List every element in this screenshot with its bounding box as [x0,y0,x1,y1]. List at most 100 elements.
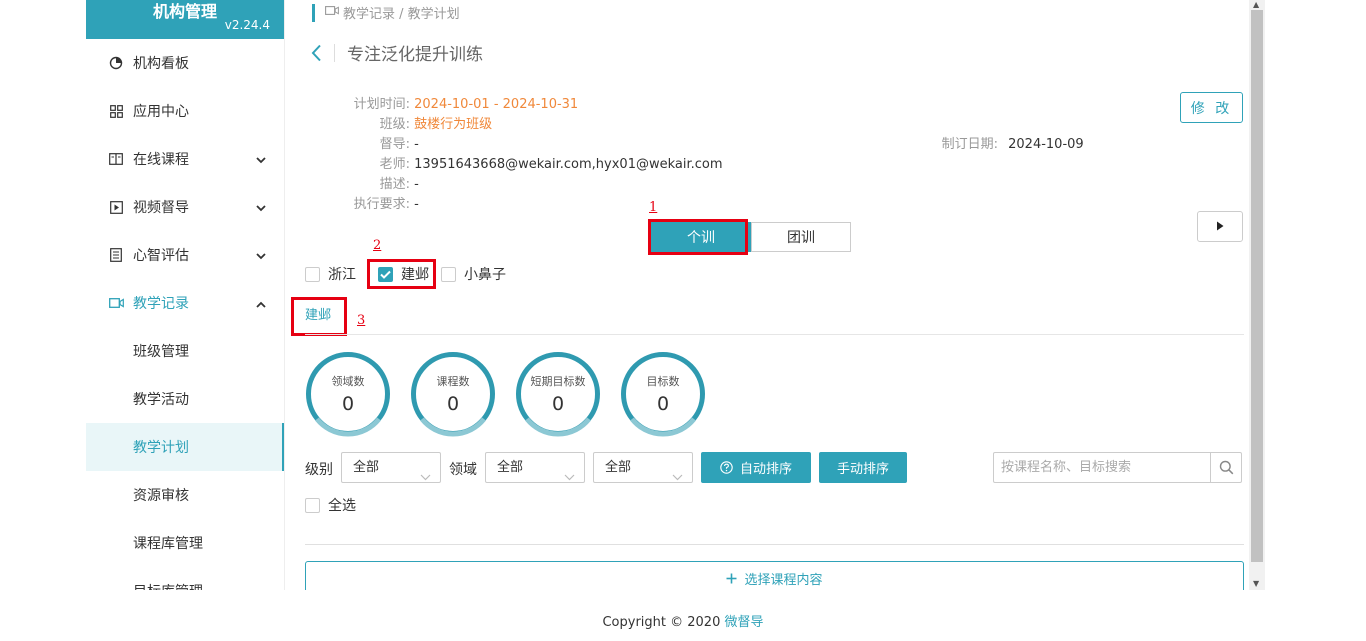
sidebar-item-teaching-record[interactable]: 教学记录 [86,279,284,327]
checkbox-box[interactable] [305,497,320,513]
plan-time-value: 2024-10-01 - 2024-10-31 [414,97,579,112]
header-separator [334,43,335,62]
sidebar-item-video-supervision[interactable]: 视频督导 [86,183,284,231]
back-arrow-icon[interactable] [308,43,324,63]
stat-label: 课程数 [436,375,470,388]
brand-header: 机构管理 v2.24.4 [86,0,284,39]
level-select[interactable]: 全部 [341,452,441,483]
sidebar-item-dashboard[interactable]: 机构看板 [86,39,284,87]
sidebar-item-online-course[interactable]: 在线课程 [86,135,284,183]
grid-icon [108,103,124,119]
sidebar-subitem-resource-review[interactable]: 资源审核 [86,471,284,519]
stat-value: 0 [446,393,460,415]
search-input[interactable] [994,453,1212,482]
vertical-scrollbar[interactable]: ▲ ▼ [1249,0,1265,590]
plan-requirement-value: - [414,197,419,212]
section-divider [305,544,1244,545]
video-camera-icon [325,5,339,20]
highlight-box-1 [648,219,748,255]
play-icon [1216,219,1224,235]
help-circle-icon [720,461,733,474]
chevron-down-icon [564,463,575,492]
edit-button[interactable]: 修 改 [1180,92,1243,123]
checkbox-box[interactable] [305,266,320,282]
select-value: 全部 [605,460,632,475]
main-content: 教学记录 / 教学计划 专注泛化提升训练 计划时间: 2024-10-01 - … [286,0,1248,590]
sidebar-subitem-target-library[interactable]: 目标库管理 [86,567,284,590]
scrollbar-thumb[interactable] [1251,10,1263,562]
chevron-up-icon [256,296,266,312]
sidebar-item-label: 在线课程 [133,152,189,168]
sidebar-subitem-teaching-activity[interactable]: 教学活动 [86,375,284,423]
plan-date-row: 制订日期: 2024-10-09 [926,133,1084,152]
auto-sort-label: 自动排序 [739,462,792,477]
plan-date-label: 制订日期: [941,137,998,152]
plan-time-row: 计划时间: 2024-10-01 - 2024-10-31 [286,93,579,112]
plan-supervisor-label: 督导: [379,137,410,152]
sidebar-subitem-course-library[interactable]: 课程库管理 [86,519,284,567]
sidebar-item-label: 视频督导 [133,200,189,216]
stat-course-count: 课程数 0 [410,351,496,437]
scroll-down-arrow-icon[interactable]: ▼ [1253,579,1259,588]
copyright-text: Copyright © 2020 [602,615,721,630]
video-camera-icon [108,295,124,311]
stat-label: 领域数 [331,375,365,388]
plan-supervisor-value: - [414,137,419,152]
manual-sort-button[interactable]: 手动排序 [819,452,907,483]
search-icon[interactable] [1210,453,1241,482]
plan-time-label: 计划时间: [353,97,410,112]
choose-course-content-button[interactable]: 选择课程内容 [305,561,1244,590]
plan-class-value: 鼓楼行为班级 [414,117,493,132]
footer-brand-link[interactable]: 微督导 [725,615,764,630]
annotation-marker-2: 2 [373,238,382,253]
breadcrumb-accent-bar [312,3,315,22]
plus-icon [726,573,737,584]
breadcrumb: 教学记录 / 教学计划 [312,3,460,22]
plan-desc-value: - [414,177,419,192]
checkbox-box[interactable] [441,266,456,282]
stat-value: 0 [656,393,670,415]
select-all-label: 全选 [328,498,356,514]
plan-supervisor-row: 督导: - [286,133,419,152]
plan-desc-row: 描述: - [286,173,419,192]
page-title: 专注泛化提升训练 [347,45,483,65]
sidebar-item-label: 教学记录 [133,296,189,312]
sidebar-item-label: 心智评估 [133,248,189,264]
scroll-up-arrow-icon[interactable]: ▲ [1253,0,1259,9]
student-checkbox-xiaobizi[interactable]: 小鼻子 [441,264,506,284]
select-all-checkbox[interactable]: 全选 [305,495,356,515]
choose-content-label: 选择课程内容 [744,572,823,588]
student-label: 小鼻子 [464,267,506,283]
student-checkbox-zhejiang[interactable]: 浙江 [305,264,356,284]
sidebar-item-assessment[interactable]: 心智评估 [86,231,284,279]
stat-label: 目标数 [646,375,680,388]
student-label: 浙江 [328,267,356,283]
stat-short-goal-count: 短期目标数 0 [515,351,601,437]
sidebar-subitem-class-management[interactable]: 班级管理 [86,327,284,375]
subdomain-select[interactable]: 全部 [593,452,693,483]
annotation-marker-1: 1 [649,200,658,215]
sidebar-item-app-center[interactable]: 应用中心 [86,87,284,135]
chevron-down-icon [256,248,266,264]
plan-class-label: 班级: [379,117,410,132]
select-value: 全部 [497,460,524,475]
tab-group-training[interactable]: 团训 [751,222,851,252]
play-button[interactable] [1197,211,1243,242]
sidebar-subitem-teaching-plan[interactable]: 教学计划 [86,423,284,471]
level-filter-label: 级别 [305,462,333,478]
search-box [993,452,1242,483]
chevron-down-icon [256,152,266,168]
plan-class-row: 班级: 鼓楼行为班级 [286,113,493,132]
stat-goal-count: 目标数 0 [620,351,706,437]
page-header: 专注泛化提升训练 [308,40,483,65]
footer: Copyright © 2020 微督导 [0,611,1366,630]
chevron-down-icon [420,463,431,492]
sidebar: 机构管理 v2.24.4 机构看板 应用中心 在线课程 视频督导 心智评估 教学… [86,0,285,590]
app-version: v2.24.4 [224,18,270,32]
domain-filter-label: 领域 [449,462,477,478]
chevron-down-icon [672,463,683,492]
auto-sort-button[interactable]: 自动排序 [701,452,811,483]
stat-domain-count: 领域数 0 [305,351,391,437]
clipboard-icon [108,247,124,263]
domain-select[interactable]: 全部 [485,452,585,483]
